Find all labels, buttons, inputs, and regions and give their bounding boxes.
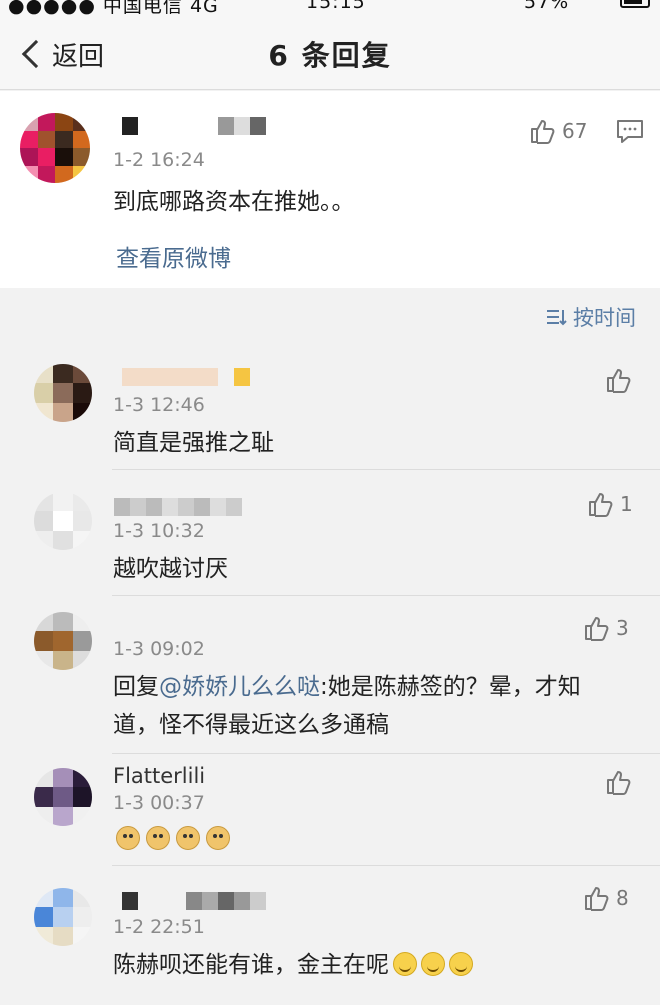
like-button[interactable]: 8 xyxy=(582,884,629,912)
doge-emoji-icon xyxy=(116,826,140,850)
reply-time: 1-3 00:37 xyxy=(113,792,205,814)
thumbs-up-icon xyxy=(607,369,631,393)
reply-item: 1-3 10:32 越吹越讨厌 1 xyxy=(0,470,660,596)
sort-icon xyxy=(547,310,567,326)
reply-text: 越吹越讨厌 xyxy=(113,556,228,582)
like-button[interactable] xyxy=(604,366,632,394)
thumbs-up-icon xyxy=(607,771,631,795)
doge-emoji-icon xyxy=(176,826,200,850)
sort-label: 按时间 xyxy=(573,306,636,330)
avatar[interactable] xyxy=(34,888,92,946)
reply-time: 1-3 10:32 xyxy=(113,520,205,542)
reply-username[interactable]: Flatterlili xyxy=(113,764,205,788)
reply-time: 1-2 22:51 xyxy=(113,916,205,938)
reply-text: 回复@娇娇儿么么哒:她是陈赫签的？晕，才知 道，怪不得最近这么多通稿 xyxy=(113,668,633,744)
like-button[interactable]: 1 xyxy=(586,490,633,518)
reply-text: 陈赫呗还能有谁，金主在呢 xyxy=(113,946,473,984)
reply-text-line2: 道，怪不得最近这么多通稿 xyxy=(113,712,389,738)
username-mosaic[interactable] xyxy=(114,498,242,516)
thumbs-up-icon xyxy=(531,120,555,144)
doge-emoji-icon xyxy=(206,826,230,850)
avatar[interactable] xyxy=(34,492,92,550)
sort-bar: 按时间 xyxy=(0,288,660,345)
thumbs-up-icon xyxy=(585,617,609,641)
avatar[interactable] xyxy=(34,612,92,670)
like-button[interactable]: 67 xyxy=(528,117,587,145)
smile-emoji-icon xyxy=(421,952,445,976)
original-comment-card: 1-2 16:24 到底哪路资本在推她。。 查看原微博 67 xyxy=(0,91,660,288)
view-original-link[interactable]: 查看原微博 xyxy=(116,239,231,273)
battery-icon xyxy=(620,0,650,8)
like-button[interactable]: 3 xyxy=(582,614,629,642)
battery-percent: 57% xyxy=(524,0,570,13)
like-count: 8 xyxy=(616,886,629,910)
like-count: 1 xyxy=(620,492,633,516)
username-mosaic[interactable] xyxy=(122,117,266,135)
doge-emoji-icon xyxy=(146,826,170,850)
carrier-text: ●●●●● 中国电信 4G xyxy=(8,0,219,16)
reply-prefix: 回复 xyxy=(113,674,159,700)
mention-link[interactable]: @娇娇儿么么哒 xyxy=(159,674,320,700)
thumbs-up-icon xyxy=(589,493,613,517)
reply-item: 1-3 12:46 简直是强推之耻 xyxy=(0,344,660,470)
like-count: 67 xyxy=(562,119,588,143)
like-count: 3 xyxy=(616,616,629,640)
smile-emoji-icon xyxy=(449,952,473,976)
status-bar: ●●●●● 中国电信 4G 15:15 57% xyxy=(0,0,660,16)
nav-bar: 返回 6 条回复 xyxy=(0,16,660,90)
username-mosaic[interactable] xyxy=(122,892,266,910)
smile-emoji-icon xyxy=(393,952,417,976)
reply-item: Flatterlili 1-3 00:37 xyxy=(0,754,660,866)
reply-text: 简直是强推之耻 xyxy=(113,430,274,456)
emoji-row xyxy=(116,826,230,850)
reply-time: 1-3 12:46 xyxy=(113,394,205,416)
sort-by-time-button[interactable]: 按时间 xyxy=(545,302,636,332)
avatar[interactable] xyxy=(34,768,92,826)
page-title: 6 条回复 xyxy=(268,39,392,72)
reply-item: 1-2 22:51 陈赫呗还能有谁，金主在呢 8 xyxy=(0,866,660,1005)
comment-icon[interactable] xyxy=(616,119,644,145)
avatar[interactable] xyxy=(34,364,92,422)
reply-time: 1-3 09:02 xyxy=(113,638,205,660)
comment-text: 到底哪路资本在推她。。 xyxy=(113,189,355,215)
comment-time: 1-2 16:24 xyxy=(113,149,205,171)
reply-text-body: 陈赫呗还能有谁，金主在呢 xyxy=(113,952,389,978)
clock-text: 15:15 xyxy=(306,0,366,13)
avatar[interactable] xyxy=(20,113,90,183)
like-button[interactable] xyxy=(604,768,632,796)
reply-item: 1-3 09:02 回复@娇娇儿么么哒:她是陈赫签的？晕，才知 道，怪不得最近这… xyxy=(0,596,660,754)
reply-text-line1: :她是陈赫签的？晕，才知 xyxy=(320,674,581,700)
thumbs-up-icon xyxy=(585,887,609,911)
username-mosaic[interactable] xyxy=(122,368,250,386)
